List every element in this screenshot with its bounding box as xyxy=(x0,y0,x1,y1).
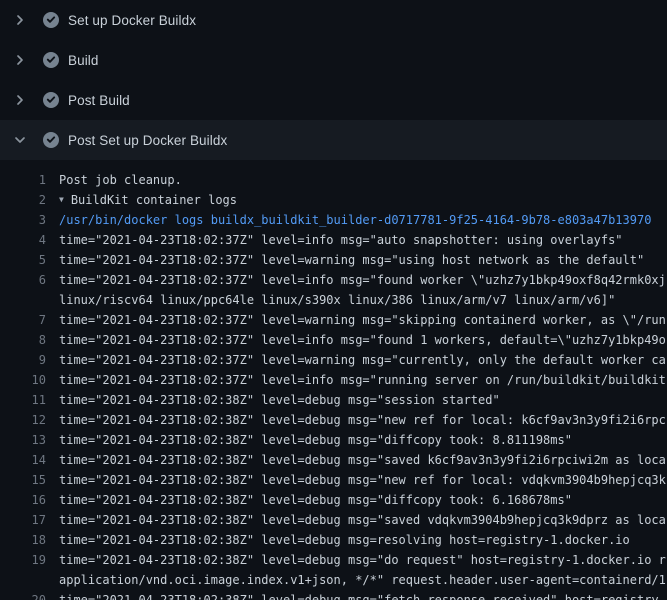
log-line: 8 time="2021-04-23T18:02:37Z" level=info … xyxy=(0,330,667,350)
log-text: time="2021-04-23T18:02:37Z" level=warnin… xyxy=(59,250,644,270)
log-line: 20 time="2021-04-23T18:02:38Z" level=debu… xyxy=(0,590,667,600)
log-line: 9 time="2021-04-23T18:02:37Z" level=warni… xyxy=(0,350,667,370)
step-header-post-build[interactable]: Post Build xyxy=(0,80,667,120)
log-text: time="2021-04-23T18:02:37Z" level=warnin… xyxy=(59,310,666,330)
log-line: 5 time="2021-04-23T18:02:37Z" level=warni… xyxy=(0,250,667,270)
log-line: 15 time="2021-04-23T18:02:38Z" level=debu… xyxy=(0,470,667,490)
log-text: time="2021-04-23T18:02:38Z" level=debug … xyxy=(59,390,500,410)
log-group-row: ▼ BuildKit container logs xyxy=(59,190,237,210)
line-number[interactable]: 17 xyxy=(16,510,46,530)
chevron-right-icon xyxy=(12,52,28,68)
log-line: 2 ▼ BuildKit container logs xyxy=(0,190,667,210)
log-line: 3/usr/bin/docker logs buildx_buildkit_bu… xyxy=(0,210,667,230)
step-label: Post Set up Docker Buildx xyxy=(68,133,227,148)
log-line: 11 time="2021-04-23T18:02:38Z" level=debu… xyxy=(0,390,667,410)
log-line: 19 time="2021-04-23T18:02:38Z" level=debu… xyxy=(0,550,667,570)
log-line: 10 time="2021-04-23T18:02:37Z" level=info… xyxy=(0,370,667,390)
chevron-down-icon xyxy=(12,132,28,148)
step-header-post-set-up-docker-buildx[interactable]: Post Set up Docker Buildx xyxy=(0,120,667,160)
line-number[interactable]: 9 xyxy=(16,350,46,370)
log-text: linux/riscv64 linux/ppc64le linux/s390x … xyxy=(59,290,615,310)
step-list: Set up Docker Buildx Build Post Build Post … xyxy=(0,0,667,160)
step-label: Post Build xyxy=(68,93,130,108)
log-text: time="2021-04-23T18:02:38Z" level=debug … xyxy=(59,550,666,570)
log-group-expand-icon[interactable]: ▼ xyxy=(59,190,64,210)
line-number[interactable]: 4 xyxy=(16,230,46,250)
log-output: 1 Post job cleanup. 2 ▼ BuildKit container l… xyxy=(0,160,667,600)
line-number[interactable]: 14 xyxy=(16,450,46,470)
line-number[interactable]: 6 xyxy=(16,270,46,290)
line-number[interactable]: 2 xyxy=(16,190,46,210)
log-text: time="2021-04-23T18:02:38Z" level=debug … xyxy=(59,470,666,490)
log-text: time="2021-04-23T18:02:38Z" level=debug … xyxy=(59,590,666,600)
check-circle-icon xyxy=(43,92,59,108)
log-line: 16 time="2021-04-23T18:02:38Z" level=debu… xyxy=(0,490,667,510)
chevron-right-icon xyxy=(12,92,28,108)
log-text: time="2021-04-23T18:02:38Z" level=debug … xyxy=(59,530,630,550)
log-text: time="2021-04-23T18:02:37Z" level=info m… xyxy=(59,370,666,390)
line-number[interactable]: 7 xyxy=(16,310,46,330)
log-group-title[interactable]: BuildKit container logs xyxy=(71,193,237,207)
actions-log-viewer: Set up Docker Buildx Build Post Build Post … xyxy=(0,0,667,600)
check-circle-icon xyxy=(43,52,59,68)
chevron-right-icon xyxy=(12,12,28,28)
line-number[interactable]: 13 xyxy=(16,430,46,450)
log-text: time="2021-04-23T18:02:37Z" level=info m… xyxy=(59,270,666,290)
line-number[interactable]: 12 xyxy=(16,410,46,430)
step-header-build[interactable]: Build xyxy=(0,40,667,80)
log-text: time="2021-04-23T18:02:38Z" level=debug … xyxy=(59,430,572,450)
line-number[interactable]: 8 xyxy=(16,330,46,350)
log-line: application/vnd.oci.image.index.v1+json,… xyxy=(0,570,667,590)
log-line: 18 time="2021-04-23T18:02:38Z" level=debu… xyxy=(0,530,667,550)
step-label: Build xyxy=(68,53,99,68)
line-number[interactable]: 20 xyxy=(16,590,46,600)
log-text: time="2021-04-23T18:02:37Z" level=info m… xyxy=(59,230,623,250)
log-line: linux/riscv64 linux/ppc64le linux/s390x … xyxy=(0,290,667,310)
log-line: 12 time="2021-04-23T18:02:38Z" level=debu… xyxy=(0,410,667,430)
line-number xyxy=(16,290,46,310)
check-circle-icon xyxy=(43,12,59,28)
step-header-set-up-docker-buildx[interactable]: Set up Docker Buildx xyxy=(0,0,667,40)
step-label: Set up Docker Buildx xyxy=(68,13,196,28)
log-text: Post job cleanup. xyxy=(59,170,182,190)
line-number[interactable]: 3 xyxy=(16,210,46,230)
check-circle-icon xyxy=(43,132,59,148)
line-number[interactable]: 11 xyxy=(16,390,46,410)
log-text: time="2021-04-23T18:02:38Z" level=debug … xyxy=(59,450,666,470)
line-number[interactable]: 5 xyxy=(16,250,46,270)
log-line: 6 time="2021-04-23T18:02:37Z" level=info … xyxy=(0,270,667,290)
log-line: 13 time="2021-04-23T18:02:38Z" level=debu… xyxy=(0,430,667,450)
log-command-text: /usr/bin/docker logs buildx_buildkit_bui… xyxy=(59,210,651,230)
log-text: application/vnd.oci.image.index.v1+json,… xyxy=(59,570,667,590)
line-number[interactable]: 1 xyxy=(16,170,46,190)
log-text: time="2021-04-23T18:02:38Z" level=debug … xyxy=(59,410,666,430)
log-line: 17 time="2021-04-23T18:02:38Z" level=debu… xyxy=(0,510,667,530)
log-text: time="2021-04-23T18:02:37Z" level=info m… xyxy=(59,330,666,350)
line-number[interactable]: 19 xyxy=(16,550,46,570)
log-line: 4 time="2021-04-23T18:02:37Z" level=info … xyxy=(0,230,667,250)
line-number xyxy=(16,570,46,590)
log-text: time="2021-04-23T18:02:38Z" level=debug … xyxy=(59,490,572,510)
log-text: time="2021-04-23T18:02:37Z" level=warnin… xyxy=(59,350,666,370)
line-number[interactable]: 18 xyxy=(16,530,46,550)
log-line: 7 time="2021-04-23T18:02:37Z" level=warni… xyxy=(0,310,667,330)
line-number[interactable]: 15 xyxy=(16,470,46,490)
log-text: time="2021-04-23T18:02:38Z" level=debug … xyxy=(59,510,666,530)
line-number[interactable]: 10 xyxy=(16,370,46,390)
log-line: 1 Post job cleanup. xyxy=(0,170,667,190)
log-line: 14 time="2021-04-23T18:02:38Z" level=debu… xyxy=(0,450,667,470)
line-number[interactable]: 16 xyxy=(16,490,46,510)
